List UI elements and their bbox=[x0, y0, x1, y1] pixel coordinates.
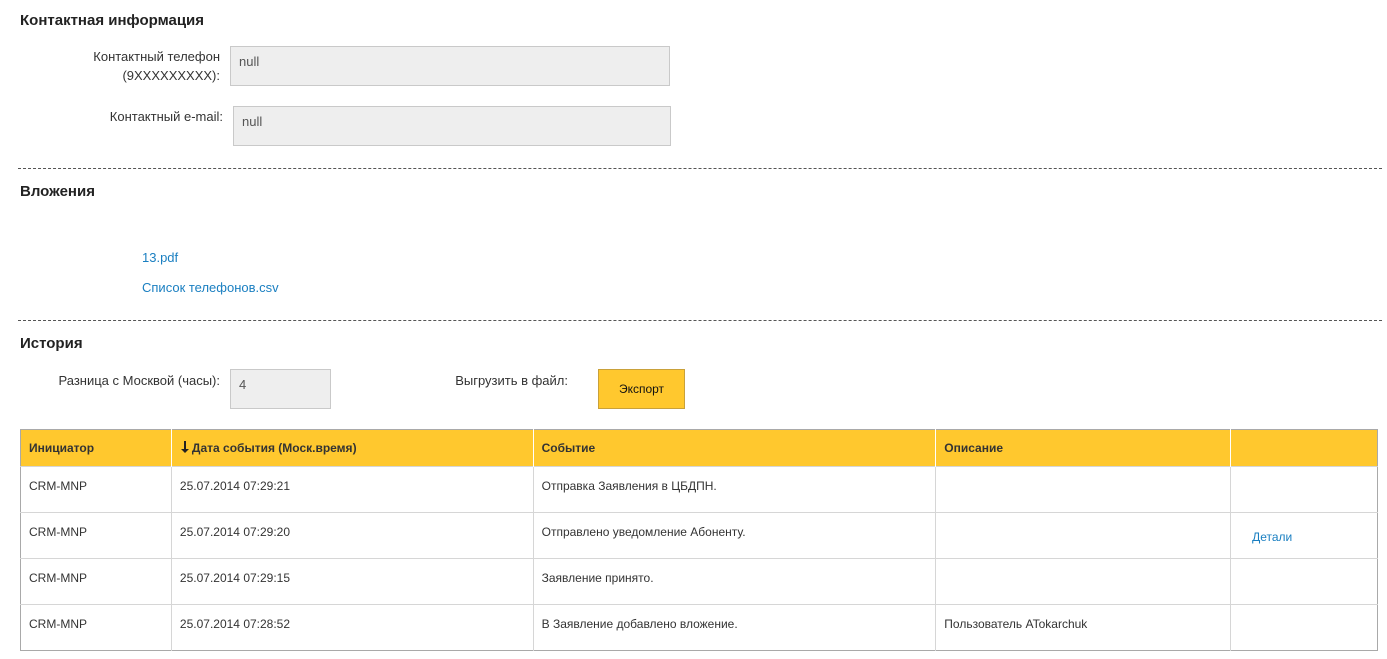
cell-details: Детали bbox=[1230, 512, 1378, 559]
phone-label: Контактный телефон (9XXXXXXXXX): bbox=[40, 47, 220, 85]
tz-field[interactable]: 4 bbox=[230, 369, 331, 409]
cell-details bbox=[1230, 604, 1378, 651]
column-event[interactable]: Событие bbox=[532, 429, 936, 467]
cell-date: 25.07.2014 07:29:21 bbox=[170, 466, 534, 513]
table-row: CRM-MNP 25.07.2014 07:29:20 Отправлено у… bbox=[20, 512, 1378, 559]
table-header-row: Инициатор Дата события (Моск.время) Собы… bbox=[20, 429, 1378, 467]
divider bbox=[18, 320, 1382, 321]
attachments-title: Вложения bbox=[20, 183, 95, 200]
cell-event: В Заявление добавлено вложение. bbox=[532, 604, 936, 651]
phone-field[interactable]: null bbox=[230, 46, 670, 86]
export-label: Выгрузить в файл: bbox=[455, 373, 568, 388]
column-description[interactable]: Описание bbox=[935, 429, 1231, 467]
email-label: Контактный e-mail: bbox=[109, 109, 223, 124]
cell-initiator: CRM-MNP bbox=[20, 466, 172, 513]
details-link[interactable]: Детали bbox=[1252, 530, 1292, 544]
cell-description bbox=[935, 466, 1231, 513]
arrow-down-icon bbox=[180, 441, 189, 453]
attachment-link-csv[interactable]: Список телефонов.csv bbox=[142, 280, 279, 295]
cell-description: Пользователь ATokarchuk bbox=[935, 604, 1231, 651]
cell-details bbox=[1230, 558, 1378, 605]
attachment-link-pdf[interactable]: 13.pdf bbox=[142, 250, 178, 265]
history-title: История bbox=[20, 335, 83, 352]
email-field[interactable]: null bbox=[233, 106, 671, 146]
column-date[interactable]: Дата события (Моск.время) bbox=[170, 429, 534, 467]
cell-event: Отправлено уведомление Абоненту. bbox=[532, 512, 936, 559]
cell-initiator: CRM-MNP bbox=[20, 512, 172, 559]
cell-description bbox=[935, 558, 1231, 605]
phone-label-line2: (9XXXXXXXXX): bbox=[122, 68, 220, 83]
cell-date: 25.07.2014 07:28:52 bbox=[170, 604, 534, 651]
cell-date: 25.07.2014 07:29:15 bbox=[170, 558, 534, 605]
cell-event: Заявление принято. bbox=[532, 558, 936, 605]
table-row: CRM-MNP 25.07.2014 07:29:15 Заявление пр… bbox=[20, 558, 1378, 605]
cell-details bbox=[1230, 466, 1378, 513]
tz-label: Разница с Москвой (часы): bbox=[58, 373, 221, 388]
cell-date: 25.07.2014 07:29:20 bbox=[170, 512, 534, 559]
cell-description bbox=[935, 512, 1231, 559]
divider bbox=[18, 168, 1382, 169]
column-details bbox=[1230, 429, 1378, 467]
table-row: CRM-MNP 25.07.2014 07:28:52 В Заявление … bbox=[20, 604, 1378, 651]
phone-label-line1: Контактный телефон bbox=[93, 49, 220, 64]
export-button[interactable]: Экспорт bbox=[598, 369, 685, 409]
cell-initiator: CRM-MNP bbox=[20, 604, 172, 651]
column-initiator[interactable]: Инициатор bbox=[20, 429, 172, 467]
history-table: Инициатор Дата события (Моск.время) Собы… bbox=[20, 429, 1378, 651]
cell-initiator: CRM-MNP bbox=[20, 558, 172, 605]
table-row: CRM-MNP 25.07.2014 07:29:21 Отправка Зая… bbox=[20, 466, 1378, 513]
cell-event: Отправка Заявления в ЦБДПН. bbox=[532, 466, 936, 513]
contacts-title: Контактная информация bbox=[20, 12, 205, 29]
column-date-label: Дата события (Моск.время) bbox=[191, 441, 357, 455]
